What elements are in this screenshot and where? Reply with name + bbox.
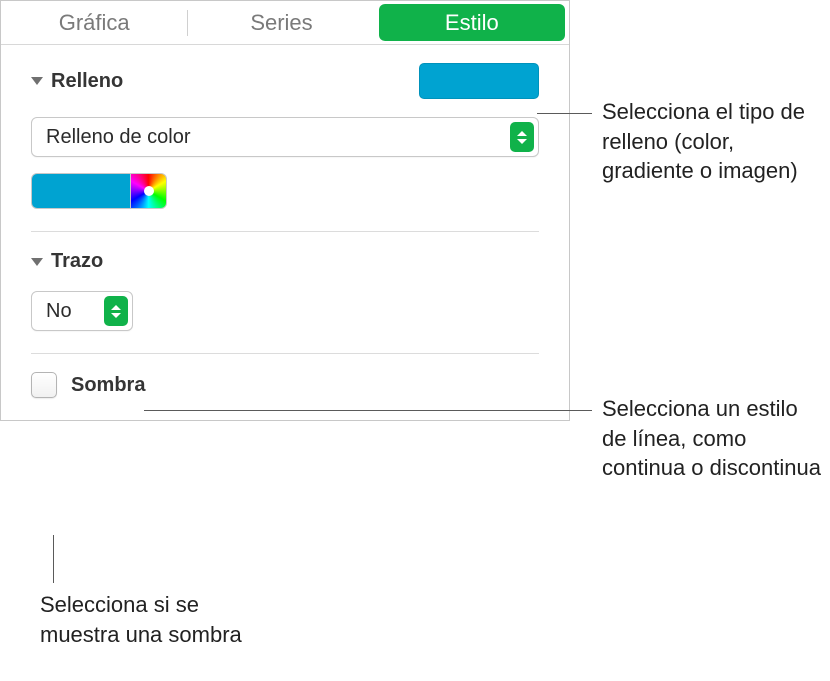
callout-stroke: Selecciona un estilo de línea, como cont… [602,394,822,483]
fill-color-swatch[interactable] [31,173,131,209]
popup-arrows-icon [104,296,128,326]
section-title-stroke: Trazo [51,250,103,273]
callout-line [537,113,592,114]
disclosure-icon[interactable] [31,258,43,266]
shadow-row: Sombra [31,372,539,398]
shadow-checkbox[interactable] [31,372,57,398]
section-fill-header: Relleno [31,63,539,99]
callout-line [144,410,592,411]
tab-bar: Gráfica Series Estilo [1,1,569,45]
callout-shadow: Selecciona si se muestra una sombra [40,590,280,649]
inspector-panel: Gráfica Series Estilo Relleno Relleno de… [0,0,570,421]
color-wheel-icon[interactable] [131,173,167,209]
section-stroke-header: Trazo [31,250,539,273]
tab-series[interactable]: Series [188,1,374,44]
popup-arrows-icon [510,122,534,152]
callout-fill: Selecciona el tipo de relleno (color, gr… [602,97,822,186]
stroke-style-label: No [46,300,72,323]
tab-label: Estilo [445,10,499,36]
callout-line [53,535,54,583]
fill-color-row [31,173,539,209]
stroke-style-popup[interactable]: No [31,291,133,331]
tab-label: Gráfica [59,10,130,36]
tab-estilo[interactable]: Estilo [379,4,565,41]
fill-color-well[interactable] [419,63,539,99]
section-fill: Relleno Relleno de color [1,45,569,231]
fill-type-label: Relleno de color [46,126,191,149]
disclosure-icon[interactable] [31,77,43,85]
shadow-label: Sombra [71,374,145,397]
tab-grafica[interactable]: Gráfica [1,1,187,44]
fill-type-popup[interactable]: Relleno de color [31,117,539,157]
section-title-fill: Relleno [51,70,123,93]
tab-label: Series [250,10,312,36]
section-stroke: Trazo No [31,231,539,353]
